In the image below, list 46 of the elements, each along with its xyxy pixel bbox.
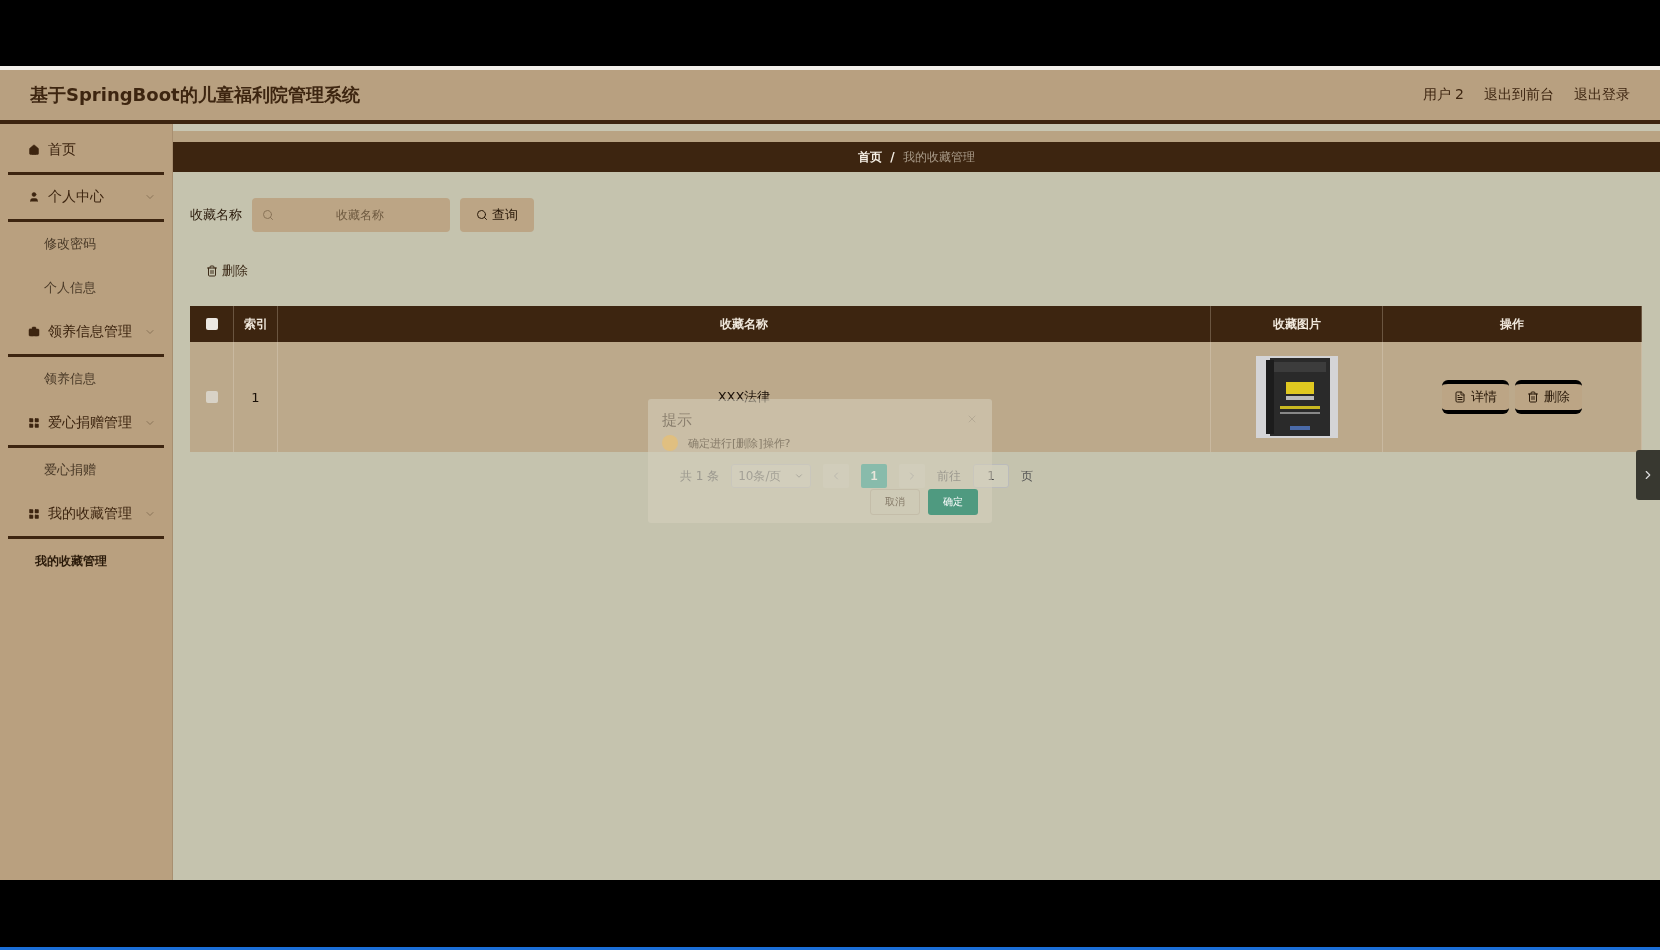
breadcrumb-item: 我的收藏管理 — [902, 148, 975, 166]
checkbox[interactable] — [205, 318, 218, 330]
grid-icon — [28, 508, 40, 520]
breadcrumb-separator: / — [890, 150, 895, 164]
submenu-item[interactable]: 个人信息 — [0, 266, 172, 310]
dialog-title: 提示 — [662, 411, 692, 429]
menu-item[interactable]: 我的收藏管理 — [8, 492, 164, 539]
breadcrumb-item[interactable]: 首页 — [858, 148, 883, 166]
column-header: 收藏图片 — [1211, 306, 1383, 342]
home-icon — [28, 144, 40, 156]
column-header: 索引 — [234, 306, 278, 342]
trash-icon — [206, 265, 218, 277]
search-icon — [476, 209, 488, 221]
expand-tab[interactable] — [1636, 450, 1660, 500]
menu-item[interactable]: 爱心捐赠管理 — [8, 401, 164, 448]
delete-button[interactable]: 删除 — [200, 256, 254, 286]
grid-icon — [28, 417, 40, 429]
search-label: 收藏名称 — [190, 206, 242, 224]
briefcase-icon — [28, 326, 40, 338]
trash-icon — [1527, 391, 1539, 403]
table-cell: 1 — [234, 342, 278, 452]
document-icon — [1454, 391, 1466, 403]
submenu-item[interactable]: 爱心捐赠 — [0, 448, 172, 492]
column-header: 收藏名称 — [278, 306, 1211, 342]
delete-button[interactable]: 删除 — [1515, 380, 1582, 414]
header-link[interactable]: 用户 2 — [1422, 86, 1464, 104]
checkbox[interactable] — [205, 391, 218, 403]
confirm-button[interactable]: 确定 — [928, 489, 978, 515]
details-button[interactable]: 详情 — [1442, 380, 1509, 414]
menu-item[interactable]: 个人中心 — [8, 175, 164, 222]
search-field[interactable]: 收藏名称 — [252, 198, 450, 232]
page-suffix: 页 — [1021, 467, 1034, 485]
submenu-item[interactable]: 领养信息 — [0, 357, 172, 401]
submenu-item[interactable]: 我的收藏管理 — [0, 539, 172, 583]
header-link[interactable]: 退出登录 — [1574, 86, 1630, 104]
column-header: 操作 — [1383, 306, 1642, 342]
app-title: 基于SpringBoot的儿童福利院管理系统 — [30, 83, 361, 107]
chevron-down-icon — [794, 471, 805, 481]
search-icon — [262, 209, 274, 221]
header-link[interactable]: 退出到前台 — [1484, 86, 1554, 104]
submenu-item[interactable]: 修改密码 — [0, 222, 172, 266]
user-icon — [28, 191, 40, 203]
menu-item[interactable]: 领养信息管理 — [8, 310, 164, 357]
menu-item[interactable]: 首页 — [8, 128, 164, 175]
dialog-message: 确定进行[删除]操作? — [688, 435, 791, 451]
search-button[interactable]: 查询 — [460, 198, 534, 232]
